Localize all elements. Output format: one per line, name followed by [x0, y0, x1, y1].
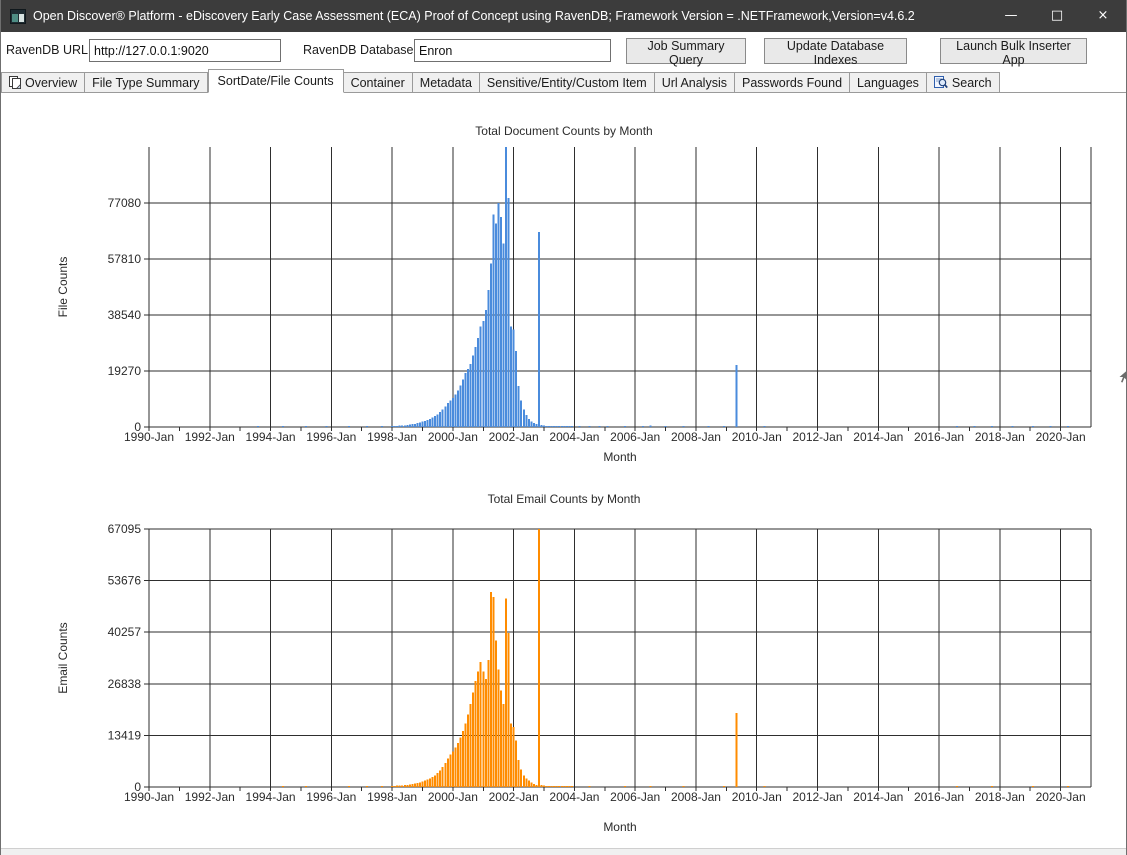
tab-languages[interactable]: Languages [850, 72, 927, 93]
svg-text:2002-Jan: 2002-Jan [489, 790, 539, 804]
svg-text:2016-Jan: 2016-Jan [914, 430, 964, 444]
svg-text:2018-Jan: 2018-Jan [975, 430, 1025, 444]
tab-passwords-found[interactable]: Passwords Found [734, 72, 851, 93]
tab-label: File Type Summary [92, 75, 200, 90]
svg-text:2004-Jan: 2004-Jan [549, 430, 599, 444]
tab-label: Url Analysis [661, 75, 727, 90]
launch-bulk-inserter-app-button[interactable]: Launch Bulk Inserter App [940, 38, 1087, 67]
job-summary-query-button[interactable]: Job Summary Query [626, 38, 746, 67]
svg-text:2010-Jan: 2010-Jan [732, 790, 782, 804]
update-database-indexes-button[interactable]: Update Database Indexes [764, 38, 907, 67]
svg-text:13419: 13419 [108, 728, 142, 742]
email-counts-chart: Total Email Counts by Month0134192683840… [56, 492, 1092, 834]
svg-text:2000-Jan: 2000-Jan [428, 790, 478, 804]
svg-text:2008-Jan: 2008-Jan [671, 430, 721, 444]
svg-text:2002-Jan: 2002-Jan [489, 430, 539, 444]
svg-text:40257: 40257 [108, 625, 142, 639]
svg-text:2010-Jan: 2010-Jan [732, 430, 782, 444]
svg-text:2016-Jan: 2016-Jan [914, 790, 964, 804]
tab-label: SortDate/File Counts [217, 74, 334, 88]
svg-text:2000-Jan: 2000-Jan [428, 430, 478, 444]
tab-label: Passwords Found [741, 75, 843, 90]
tab-url-analysis[interactable]: Url Analysis [654, 72, 735, 93]
tab-search[interactable]: Search [926, 72, 1000, 93]
ravendb-url-input[interactable] [89, 39, 281, 62]
tab-sortdate-file-counts[interactable]: SortDate/File Counts [207, 69, 344, 93]
svg-text:1990-Jan: 1990-Jan [124, 790, 174, 804]
svg-text:File Counts: File Counts [56, 257, 70, 318]
svg-text:1996-Jan: 1996-Jan [306, 790, 356, 804]
svg-text:1994-Jan: 1994-Jan [246, 790, 296, 804]
ravendb-url-label: RavenDB URL: [6, 43, 92, 57]
svg-text:Month: Month [603, 820, 636, 834]
tab-label: Metadata [419, 75, 472, 90]
svg-text:1996-Jan: 1996-Jan [306, 430, 356, 444]
minimize-button[interactable]: — [988, 0, 1034, 32]
svg-text:1990-Jan: 1990-Jan [124, 430, 174, 444]
tab-metadata[interactable]: Metadata [412, 72, 480, 93]
svg-text:2008-Jan: 2008-Jan [671, 790, 721, 804]
document-counts-chart: Total Document Counts by Month0192703854… [56, 124, 1092, 464]
copy-page-icon [9, 76, 21, 89]
tab-strip: Overview File Type Summary SortDate/File… [1, 69, 1126, 93]
svg-text:2014-Jan: 2014-Jan [853, 790, 903, 804]
maximize-button[interactable]: □ [1034, 0, 1080, 32]
tab-label: Container [350, 75, 405, 90]
svg-text:Total Email Counts by Month: Total Email Counts by Month [488, 492, 641, 506]
svg-text:38540: 38540 [108, 308, 142, 322]
svg-text:2006-Jan: 2006-Jan [610, 430, 660, 444]
svg-text:1992-Jan: 1992-Jan [185, 790, 235, 804]
svg-text:1998-Jan: 1998-Jan [367, 790, 417, 804]
svg-text:67095: 67095 [108, 522, 142, 536]
mouse-cursor [1119, 371, 1126, 383]
svg-text:2012-Jan: 2012-Jan [792, 430, 842, 444]
svg-text:1992-Jan: 1992-Jan [185, 430, 235, 444]
tab-overview[interactable]: Overview [1, 72, 86, 93]
bars [256, 147, 1070, 427]
window-title: Open Discover® Platform - eDiscovery Ear… [33, 9, 915, 23]
bars [282, 529, 1070, 787]
svg-text:57810: 57810 [108, 252, 142, 266]
toolbar: RavenDB URL: RavenDB Database: Job Summa… [1, 32, 1126, 69]
tab-label: Search [951, 75, 992, 90]
svg-text:2004-Jan: 2004-Jan [549, 790, 599, 804]
search-icon [933, 76, 948, 89]
bottom-strip [1, 848, 1126, 855]
svg-text:2006-Jan: 2006-Jan [610, 790, 660, 804]
ravendb-database-label: RavenDB Database: [303, 43, 417, 57]
svg-text:2020-Jan: 2020-Jan [1036, 430, 1086, 444]
tab-sensitive-entity-custom-item[interactable]: Sensitive/Entity/Custom Item [479, 72, 655, 93]
window-controls: — □ × [988, 0, 1126, 32]
svg-text:53676: 53676 [108, 574, 142, 588]
svg-text:19270: 19270 [108, 364, 142, 378]
svg-text:2014-Jan: 2014-Jan [853, 430, 903, 444]
svg-text:26838: 26838 [108, 677, 142, 691]
svg-text:2018-Jan: 2018-Jan [975, 790, 1025, 804]
tab-container[interactable]: Container [343, 72, 413, 93]
ravendb-database-input[interactable] [414, 39, 611, 62]
svg-text:Total Document Counts by Month: Total Document Counts by Month [475, 124, 652, 138]
svg-text:Email Counts: Email Counts [56, 622, 70, 693]
svg-text:Month: Month [603, 450, 636, 464]
svg-text:2020-Jan: 2020-Jan [1036, 790, 1086, 804]
svg-text:1994-Jan: 1994-Jan [246, 430, 296, 444]
tab-file-type-summary[interactable]: File Type Summary [85, 72, 208, 93]
close-button[interactable]: × [1080, 0, 1126, 32]
svg-text:1998-Jan: 1998-Jan [367, 430, 417, 444]
tab-label: Sensitive/Entity/Custom Item [486, 75, 647, 90]
svg-text:2012-Jan: 2012-Jan [792, 790, 842, 804]
titlebar: Open Discover® Platform - eDiscovery Ear… [1, 0, 1126, 32]
app-window: Open Discover® Platform - eDiscovery Ear… [0, 0, 1127, 855]
tab-label: Languages [857, 75, 919, 90]
svg-text:77080: 77080 [108, 196, 142, 210]
tab-label: Overview [25, 75, 78, 90]
app-icon [10, 8, 26, 24]
